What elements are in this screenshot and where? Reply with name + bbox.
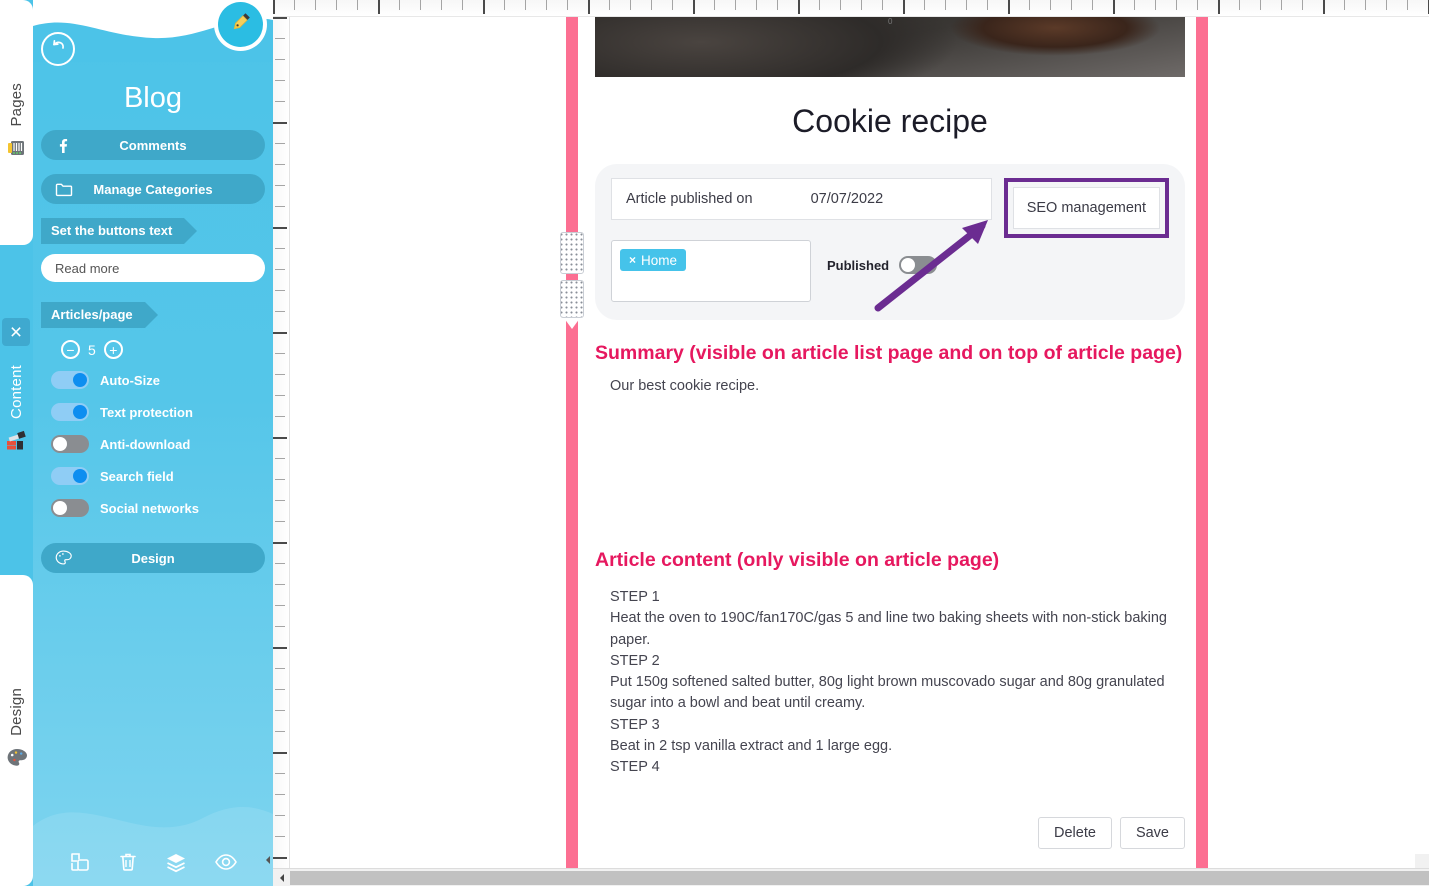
content-body-text: STEP 1 Heat the oven to 190C/fan170C/gas… — [610, 588, 1167, 776]
page-canvas: Cookie recipe Article published on 07/07… — [290, 0, 1429, 868]
pen-nib-icon — [228, 9, 254, 40]
blog-settings-sidebar: Blog Comments Manage Categories Set the … — [33, 0, 273, 886]
read-more-input[interactable] — [41, 254, 265, 282]
toggle-row-social-networks: Social networks — [51, 499, 265, 517]
design-button-label: Design — [131, 550, 175, 566]
seo-management-button[interactable]: SEO management — [1012, 187, 1160, 229]
set-buttons-text-tag: Set the buttons text — [41, 218, 198, 244]
remove-chip-icon[interactable]: × — [629, 253, 636, 267]
sidebar-tools — [33, 851, 273, 878]
publish-date-value: 07/07/2022 — [810, 191, 884, 207]
articles-per-page-value: 5 — [88, 341, 96, 358]
increment-button[interactable]: + — [103, 340, 123, 359]
articles-per-page-tag: Articles/page — [41, 302, 158, 328]
scroll-left-icon[interactable] — [273, 869, 290, 886]
rail-tab-pages[interactable]: Pages — [0, 0, 33, 245]
vertical-ruler[interactable] — [273, 0, 290, 886]
social-networks-toggle[interactable] — [51, 499, 89, 517]
column-resize-handle[interactable] — [560, 232, 584, 329]
search-field-label: Search field — [100, 468, 174, 484]
content-heading: Article content (only visible on article… — [595, 549, 1000, 572]
undo-arrow-icon — [49, 38, 67, 61]
rail-tab-design-label: Design — [8, 688, 25, 736]
toggle-row-search-field: Search field — [51, 467, 265, 485]
category-chip-home[interactable]: × Home — [620, 249, 687, 271]
article-actions: Delete Save — [595, 816, 1185, 849]
facebook-icon — [55, 138, 70, 153]
rail-tab-pages-label: Pages — [8, 83, 25, 127]
meta-row-primary: Article published on 07/07/2022 SEO mana… — [611, 178, 1169, 238]
rail-tab-content-label: Content — [8, 364, 25, 419]
toggle-row-auto-size: Auto-Size — [51, 371, 265, 389]
text-protection-label: Text protection — [100, 404, 193, 420]
anti-download-toggle[interactable] — [51, 435, 89, 453]
comments-button[interactable]: Comments — [41, 130, 265, 160]
toggle-row-anti-download: Anti-download — [51, 435, 265, 453]
articles-per-page-section: Articles/page − 5 + — [41, 302, 265, 359]
design-button[interactable]: Design — [41, 543, 265, 573]
sidebar-title: Blog — [123, 82, 183, 114]
comments-button-label: Comments — [119, 137, 187, 153]
published-toggle[interactable] — [899, 256, 938, 274]
category-chip-label: Home — [641, 252, 678, 268]
right-margin-guide[interactable] — [1196, 0, 1208, 868]
toggle-row-text-protection: Text protection — [51, 403, 265, 421]
manage-categories-button[interactable]: Manage Categories — [41, 174, 265, 204]
back-button[interactable] — [41, 32, 75, 66]
buttons-text-section: Set the buttons text — [41, 218, 265, 282]
text-protection-toggle[interactable] — [51, 403, 89, 421]
ruler-zero-label: 0 — [888, 17, 893, 26]
left-margin-guide[interactable] — [566, 0, 578, 868]
summary-body[interactable]: Our best cookie recipe. — [610, 376, 1185, 397]
folder-icon — [55, 182, 73, 197]
content-icon — [6, 430, 28, 455]
search-field-toggle[interactable] — [51, 467, 89, 485]
meta-row-secondary: × Home Published — [611, 240, 1169, 302]
toggle-list: Auto-Size Text protection Anti-download … — [41, 371, 265, 517]
anti-download-label: Anti-download — [100, 436, 191, 452]
publish-date-label: Article published on — [626, 191, 753, 207]
pages-icon — [7, 139, 27, 162]
content-body[interactable]: STEP 1 Heat the oven to 190C/fan170C/gas… — [610, 587, 1185, 779]
decrement-button[interactable]: − — [61, 340, 80, 359]
save-button[interactable]: Save — [1119, 816, 1185, 849]
eye-icon[interactable] — [214, 852, 238, 877]
auto-size-label: Auto-Size — [100, 372, 160, 388]
published-toggle-group: Published — [827, 256, 938, 274]
delete-button[interactable]: Delete — [1038, 816, 1112, 849]
page-title: Cookie recipe — [792, 103, 988, 139]
seo-management-highlight: SEO management — [1003, 178, 1169, 238]
publish-date-field[interactable]: Article published on 07/07/2022 — [611, 178, 992, 220]
article-page: Cookie recipe Article published on 07/07… — [595, 0, 1185, 868]
edit-pen-button[interactable] — [218, 2, 263, 47]
duplicate-icon[interactable] — [69, 851, 91, 878]
rail-tab-content[interactable]: Content — [0, 245, 33, 575]
palette-icon — [55, 550, 72, 566]
published-label: Published — [827, 257, 890, 273]
sidebar-collapse-arrow[interactable] — [262, 854, 274, 866]
article-meta-card: Article published on 07/07/2022 SEO mana… — [595, 164, 1185, 320]
scrollbar-corner — [1415, 854, 1429, 868]
app-root: Pages × Content Design Blog Comments Man… — [0, 0, 1429, 886]
scrollbar-thumb[interactable] — [290, 870, 1429, 885]
trash-icon[interactable] — [118, 851, 138, 878]
horizontal-scrollbar[interactable] — [273, 868, 1429, 886]
manage-categories-button-label: Manage Categories — [93, 181, 213, 197]
left-rail: Pages × Content Design — [0, 0, 33, 886]
summary-heading: Summary (visible on article list page an… — [595, 342, 1183, 364]
rail-tab-design[interactable]: Design — [0, 575, 33, 886]
articles-per-page-stepper: − 5 + — [61, 340, 265, 359]
auto-size-toggle[interactable] — [51, 371, 89, 389]
palette-icon — [6, 748, 28, 773]
sidebar-body: Comments Manage Categories Set the butto… — [33, 130, 273, 587]
horizontal-ruler[interactable] — [273, 0, 1429, 17]
layers-icon[interactable] — [165, 851, 187, 878]
categories-field[interactable]: × Home — [611, 240, 811, 302]
social-networks-label: Social networks — [100, 500, 199, 516]
